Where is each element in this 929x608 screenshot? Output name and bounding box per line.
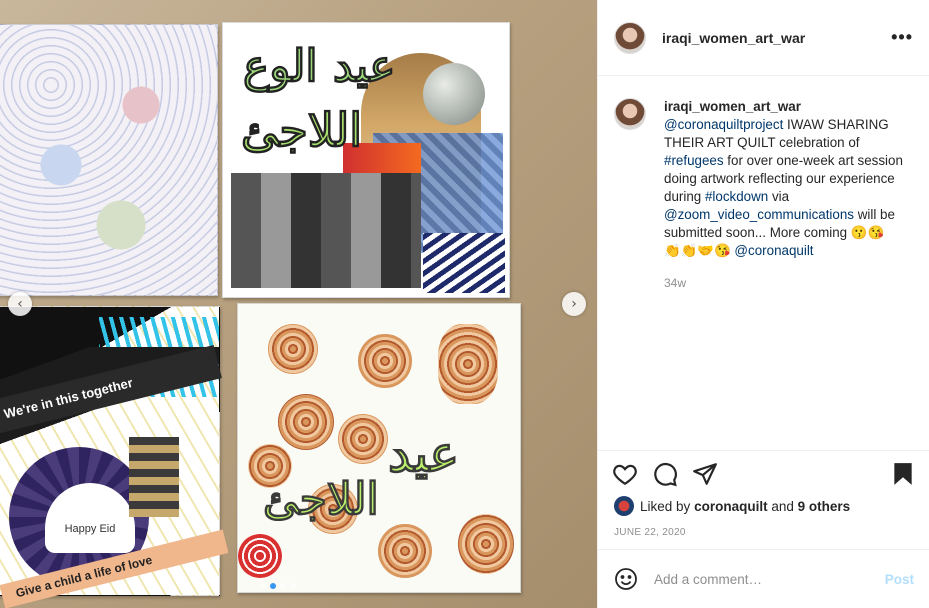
comment-icon[interactable] [652, 461, 678, 487]
post-comment-button[interactable]: Post [885, 572, 914, 587]
more-options-icon[interactable]: ••• [891, 27, 913, 48]
action-bar [598, 450, 929, 496]
carousel-dot [290, 583, 296, 589]
time-ago[interactable]: 34w [664, 276, 686, 290]
share-icon[interactable] [692, 461, 718, 487]
mention-link[interactable]: @coronaquilt [734, 243, 813, 258]
post-header: iraqi_women_art_war ••• [598, 0, 929, 76]
post-username[interactable]: iraqi_women_art_war [662, 30, 891, 46]
artwork-tile-together: We're in this together Happy Eid Give a … [0, 306, 229, 608]
photo-collage [231, 173, 421, 288]
hashtag-link[interactable]: #lockdown [705, 189, 768, 204]
heart-icon[interactable] [612, 461, 638, 487]
carousel-prev-button[interactable]: ‹ [8, 292, 32, 316]
arabic-title-1: عيد الوع [243, 41, 397, 93]
caption-username[interactable]: iraqi_women_art_war [664, 98, 914, 116]
bookmark-icon[interactable] [890, 461, 916, 487]
emoji: 😗😘 [850, 225, 885, 240]
books-drawing [129, 437, 179, 517]
caption: iraqi_women_art_war @coronaquiltproject … [614, 98, 914, 260]
carousel-dot-active [270, 583, 276, 589]
comment-input[interactable] [654, 571, 885, 587]
comment-bar: Post [598, 549, 929, 608]
artwork-tile-eid-shavings: عيد اللاجئ [237, 303, 521, 593]
moon-portrait [423, 63, 485, 125]
arabic-eid-1: عيد [387, 424, 460, 484]
carousel-dot [280, 583, 286, 589]
carousel-dot [260, 583, 266, 589]
carousel-next-button[interactable]: › [562, 292, 586, 316]
caption-text: iraqi_women_art_war @coronaquiltproject … [664, 98, 914, 260]
artwork-tile-refugee-collage: عيد الوع اللاجئ [222, 22, 510, 298]
arabic-eid-2: اللاجئ [263, 474, 380, 526]
emoji: 👏👏🤝😘 [664, 243, 735, 258]
mention-link[interactable]: @coronaquiltproject [664, 117, 783, 132]
liker-avatar[interactable] [614, 496, 634, 516]
liked-user-link[interactable]: coronaquilt [694, 499, 768, 514]
carousel-indicator [260, 583, 296, 589]
avatar[interactable] [614, 21, 646, 54]
mention-link[interactable]: @zoom_video_communications [664, 207, 854, 222]
happy-eid-text: Happy Eid [64, 523, 116, 535]
emoji-icon[interactable] [614, 567, 638, 591]
post-media[interactable]: عيد الوع اللاجئ We're in this together H… [0, 0, 597, 608]
hashtag-link[interactable]: #refugees [664, 153, 724, 168]
post-date[interactable]: JUNE 22, 2020 [614, 527, 686, 538]
likes-summary: Liked by coronaquilt and 9 others [614, 496, 850, 516]
liked-others-link[interactable]: 9 others [798, 499, 851, 514]
post-side-panel: iraqi_women_art_war ••• iraqi_women_art_… [597, 0, 929, 608]
artwork-tile-doodle [0, 24, 218, 296]
caption-avatar[interactable] [614, 98, 646, 130]
arabic-title-2: اللاجئ [240, 103, 363, 158]
